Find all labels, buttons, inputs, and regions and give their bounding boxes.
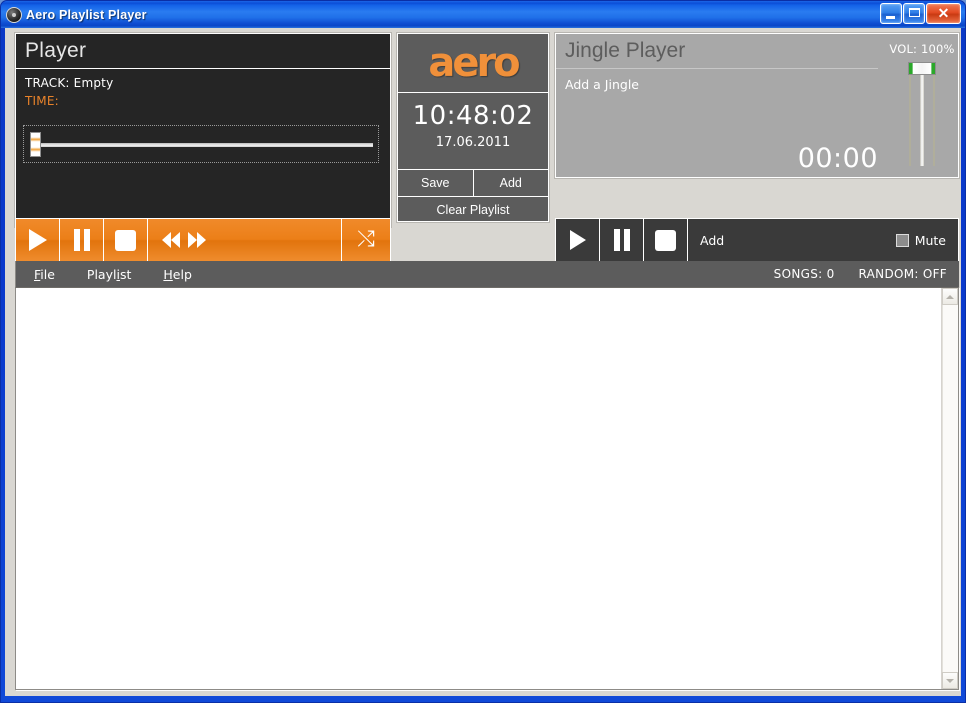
- menu-item-file[interactable]: File: [34, 267, 55, 282]
- jingle-transport-bar: Add Mute: [555, 218, 959, 262]
- clock-box: 10:48:02 17.06.2011: [398, 93, 548, 170]
- mute-label: Mute: [914, 232, 946, 248]
- player-panel: Player TRACK: Empty TIME:: [15, 33, 391, 227]
- menu-item-help[interactable]: Help: [163, 267, 192, 282]
- minimize-icon: [886, 16, 895, 19]
- player-time-label: TIME:: [25, 94, 59, 108]
- volume-area: VOL: 100%: [886, 34, 958, 177]
- player-skip-buttons[interactable]: [148, 219, 342, 261]
- jingle-pause-button[interactable]: [600, 219, 644, 261]
- menu-item-playlist[interactable]: Playlist: [87, 267, 131, 282]
- client-area: Player TRACK: Empty TIME: ⤭ aero 10:48:0…: [5, 28, 961, 696]
- player-transport-bar: ⤭: [15, 218, 391, 262]
- previous-icon[interactable]: [162, 232, 180, 248]
- status-group: SONGS: 0 RANDOM: OFF: [774, 267, 959, 281]
- scroll-down-button[interactable]: [942, 672, 958, 689]
- jingle-stop-button[interactable]: [644, 219, 688, 261]
- title-bar: Aero Playlist Player ✕: [1, 1, 965, 28]
- volume-guide-left: [909, 68, 911, 166]
- jingle-add-button[interactable]: Add: [700, 233, 724, 248]
- stop-icon: [655, 229, 676, 251]
- clock-time: 10:48:02: [412, 101, 534, 131]
- volume-guide-right: [933, 68, 935, 166]
- logo-box: aero: [398, 34, 548, 93]
- mute-toggle[interactable]: Mute: [895, 232, 946, 248]
- menu-bar: File Playlist Help SONGS: 0 RANDOM: OFF: [15, 261, 959, 287]
- maximize-button[interactable]: [903, 3, 925, 24]
- mute-checkbox[interactable]: [895, 233, 909, 247]
- jingle-header: Jingle Player: [556, 34, 878, 69]
- seek-thumb[interactable]: [30, 132, 41, 157]
- volume-label: VOL: 100%: [889, 42, 955, 56]
- scrollbar-track[interactable]: [942, 305, 958, 672]
- play-icon: [28, 229, 47, 251]
- disc-icon: [6, 6, 22, 23]
- center-panel: aero 10:48:02 17.06.2011 Save Add Clear …: [397, 33, 549, 222]
- vertical-scrollbar[interactable]: [941, 288, 958, 689]
- player-stop-button[interactable]: [104, 219, 148, 261]
- player-header: Player: [16, 34, 390, 69]
- player-play-button[interactable]: [16, 219, 60, 261]
- close-button[interactable]: ✕: [926, 3, 961, 24]
- clear-playlist-button[interactable]: Clear Playlist: [398, 197, 548, 222]
- save-button[interactable]: Save: [398, 170, 474, 196]
- jingle-panel: Jingle Player Add a Jingle 00:00 VOL: 10…: [555, 33, 959, 178]
- aero-logo: aero: [428, 40, 520, 86]
- player-seek-slider[interactable]: [23, 125, 379, 163]
- application-window: Aero Playlist Player ✕ Player TRACK: Emp…: [0, 0, 966, 703]
- window-title: Aero Playlist Player: [26, 7, 147, 22]
- shuffle-icon: ⤭: [357, 227, 375, 252]
- player-shuffle-button[interactable]: ⤭: [342, 219, 390, 261]
- jingle-transport-rest: Add Mute: [688, 219, 958, 261]
- chevron-up-icon: [946, 294, 954, 299]
- player-track-label: TRACK: Empty: [25, 76, 114, 90]
- close-icon: ✕: [937, 5, 950, 21]
- volume-slider[interactable]: [906, 62, 938, 168]
- seek-track: [33, 143, 373, 147]
- jingle-time: 00:00: [797, 143, 878, 174]
- pause-icon: [613, 229, 630, 251]
- clear-playlist-row: Clear Playlist: [398, 197, 548, 222]
- volume-rail: [920, 68, 924, 166]
- stop-icon: [115, 229, 136, 251]
- jingle-info: Jingle Player Add a Jingle 00:00: [556, 34, 886, 177]
- playlist-list[interactable]: [15, 287, 959, 690]
- play-icon: [569, 230, 586, 250]
- chevron-down-icon: [946, 678, 954, 683]
- volume-thumb[interactable]: [908, 62, 936, 75]
- jingle-name: Add a Jingle: [565, 77, 639, 92]
- clock-date: 17.06.2011: [435, 135, 511, 150]
- window-controls: ✕: [880, 3, 961, 24]
- minimize-button[interactable]: [880, 3, 902, 24]
- songs-count: SONGS: 0: [773, 267, 835, 281]
- random-status: RANDOM: OFF: [858, 267, 947, 281]
- next-icon[interactable]: [188, 232, 206, 248]
- jingle-play-button[interactable]: [556, 219, 600, 261]
- pause-icon: [73, 229, 90, 251]
- top-panels: Player TRACK: Empty TIME: ⤭ aero 10:48:0…: [15, 33, 959, 262]
- playlist-button-row: Save Add: [398, 170, 548, 197]
- player-pause-button[interactable]: [60, 219, 104, 261]
- scroll-up-button[interactable]: [942, 288, 958, 305]
- maximize-icon: [909, 8, 920, 17]
- add-button[interactable]: Add: [474, 170, 549, 196]
